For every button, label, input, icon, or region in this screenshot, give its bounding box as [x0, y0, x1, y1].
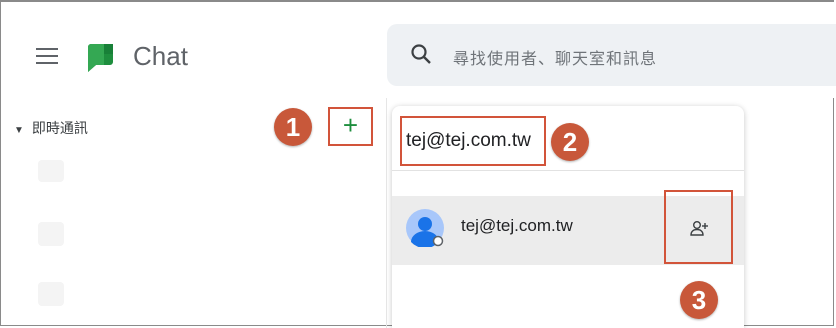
add-person-button[interactable]	[664, 190, 733, 264]
caret-down-icon: ▼	[14, 125, 24, 136]
placeholder-row	[38, 282, 64, 306]
app-title: Chat	[133, 41, 188, 71]
step-badge-1: 1	[274, 108, 312, 146]
search-placeholder: 尋找使用者、聊天室和訊息	[453, 51, 658, 68]
result-email: tej@tej.com.tw	[461, 216, 573, 235]
section-label: 即時通訊	[31, 120, 88, 136]
google-chat-logo	[88, 44, 113, 72]
hamburger-icon[interactable]	[36, 48, 58, 64]
step-badge-3: 3	[680, 281, 718, 319]
search-icon	[411, 44, 431, 64]
placeholder-row	[38, 222, 64, 246]
new-chat-button[interactable]: +	[328, 107, 373, 146]
recipient-input[interactable]: tej@tej.com.tw	[400, 116, 546, 166]
placeholder-row	[38, 160, 64, 182]
section-direct-messages[interactable]: ▼ 即時通訊	[14, 118, 88, 138]
panel-divider	[392, 170, 744, 171]
add-person-icon	[690, 221, 708, 236]
step-badge-2: 2	[551, 123, 589, 161]
sidebar-divider	[386, 98, 387, 328]
person-avatar-icon	[406, 209, 444, 247]
search-input[interactable]: 尋找使用者、聊天室和訊息	[387, 24, 836, 86]
